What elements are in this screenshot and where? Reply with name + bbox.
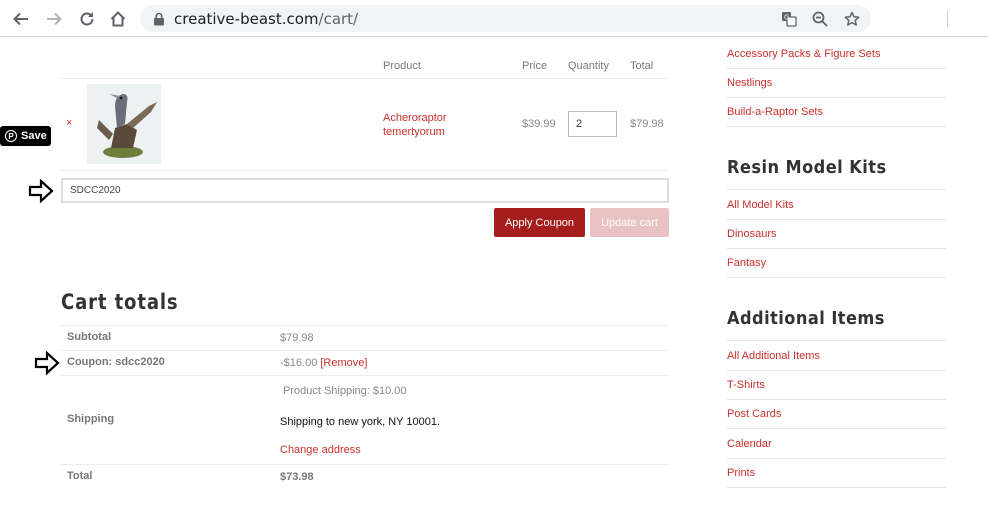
remove-item-button[interactable]: ×	[66, 117, 72, 129]
header-quantity: Quantity	[568, 60, 609, 72]
url-path: /cart/	[318, 10, 359, 28]
totals-divider	[61, 464, 669, 465]
arrow-right-icon	[28, 179, 54, 203]
sidebar-divider	[727, 248, 946, 249]
home-button[interactable]	[106, 7, 130, 31]
product-thumbnail[interactable]	[87, 84, 161, 164]
shipping-label: Shipping	[67, 413, 115, 425]
svg-text:G: G	[784, 14, 789, 22]
sidebar-link-dinosaurs[interactable]: Dinosaurs	[727, 228, 777, 240]
sidebar-divider	[727, 370, 946, 371]
toolbar-divider	[947, 10, 948, 27]
sidebar-divider	[727, 399, 946, 400]
quantity-input[interactable]	[568, 111, 617, 137]
totals-divider	[61, 375, 669, 376]
apply-coupon-button[interactable]: Apply Coupon	[494, 208, 585, 237]
sidebar-link-calendar[interactable]: Calendar	[727, 438, 772, 450]
sidebar-divider	[727, 219, 946, 220]
coupon-label: Coupon: sdcc2020	[67, 356, 165, 368]
url-text: creative-beast.com/cart/	[174, 10, 358, 28]
sidebar-divider	[727, 487, 946, 488]
arrow-right-icon	[34, 351, 60, 375]
pinterest-save-label: Save	[21, 130, 47, 142]
product-name-line2: temertyorum	[383, 126, 445, 138]
browser-toolbar: creative-beast.com/cart/ G	[0, 0, 988, 37]
url-domain: creative-beast.com	[174, 10, 319, 28]
back-button[interactable]	[9, 7, 33, 31]
coupon-discount: -$16.00 [Remove]	[280, 357, 367, 369]
product-name-line1: Acheroraptor	[383, 112, 447, 124]
sidebar-divider	[727, 340, 946, 341]
shipping-destination: Shipping to new york, NY 10001.	[280, 416, 441, 428]
back-arrow-icon	[13, 12, 28, 26]
pinterest-save-button[interactable]: P Save	[0, 126, 51, 146]
sidebar-divider	[727, 126, 946, 127]
sidebar-divider	[727, 97, 946, 98]
sidebar-divider	[727, 428, 946, 429]
reload-button[interactable]	[75, 7, 99, 31]
sidebar-divider	[727, 458, 946, 459]
total-value: $73.98	[280, 471, 314, 483]
total-label: Total	[67, 470, 93, 482]
header-price: Price	[522, 60, 548, 72]
pinterest-icon: P	[5, 130, 17, 142]
item-line-total: $79.98	[630, 118, 664, 130]
cart-totals-title: Cart totals	[61, 290, 179, 314]
product-name-link[interactable]: Acheroraptor temertyorum	[383, 111, 493, 139]
subtotal-value: $79.98	[280, 332, 314, 344]
totals-divider	[61, 350, 669, 351]
sidebar-link-prints[interactable]: Prints	[727, 467, 755, 479]
forward-button[interactable]	[42, 7, 66, 31]
sidebar-heading-additional-items: Additional Items	[727, 308, 885, 329]
sidebar-link-accessory-packs[interactable]: Accessory Packs & Figure Sets	[727, 48, 880, 60]
totals-divider	[61, 325, 669, 326]
forward-arrow-icon	[47, 12, 62, 26]
sidebar-link-fantasy[interactable]: Fantasy	[727, 257, 766, 269]
reload-icon	[80, 12, 94, 26]
sidebar-divider	[727, 189, 946, 190]
remove-coupon-link[interactable]: [Remove]	[320, 357, 367, 369]
zoom-icon[interactable]	[811, 10, 829, 28]
sidebar-divider	[727, 277, 946, 278]
subtotal-label: Subtotal	[67, 331, 111, 343]
header-product: Product	[383, 60, 421, 72]
sidebar-link-nestlings[interactable]: Nestlings	[727, 77, 772, 89]
dinosaur-figure-image	[87, 84, 161, 164]
sidebar-link-post-cards[interactable]: Post Cards	[727, 408, 781, 420]
table-divider	[61, 170, 669, 171]
home-icon	[110, 11, 126, 27]
sidebar-link-all-model-kits[interactable]: All Model Kits	[727, 199, 794, 211]
sidebar-heading-resin-model-kits: Resin Model Kits	[727, 157, 887, 178]
sidebar-divider	[727, 68, 946, 69]
coupon-discount-value: -$16.00	[280, 357, 318, 369]
translate-icon[interactable]: G	[780, 10, 798, 28]
update-cart-button[interactable]: Update cart	[590, 208, 669, 237]
item-price: $39.99	[522, 118, 556, 130]
header-total: Total	[630, 60, 654, 72]
lock-icon[interactable]	[150, 10, 168, 28]
sidebar-link-all-additional-items[interactable]: All Additional Items	[727, 350, 820, 362]
address-bar[interactable]: creative-beast.com/cart/ G	[140, 5, 871, 32]
table-divider	[61, 78, 669, 79]
bookmark-star-icon[interactable]	[843, 10, 861, 28]
coupon-code-input[interactable]	[61, 178, 669, 203]
product-shipping-text: Product Shipping: $10.00	[283, 385, 407, 397]
change-address-link[interactable]: Change address	[280, 444, 361, 456]
sidebar-link-t-shirts[interactable]: T-Shirts	[727, 379, 765, 391]
sidebar-link-build-a-raptor[interactable]: Build-a-Raptor Sets	[727, 106, 823, 118]
